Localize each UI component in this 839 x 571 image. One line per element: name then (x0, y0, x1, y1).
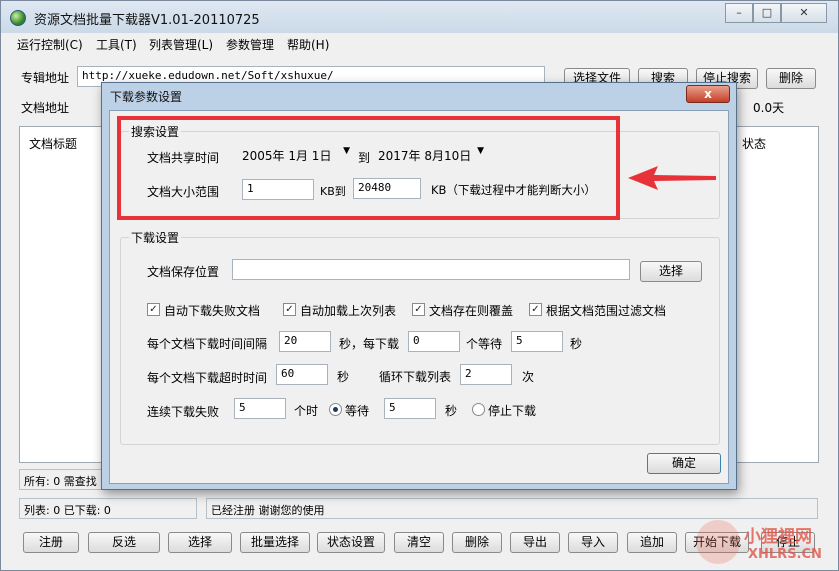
days-readout: 0.0天 (753, 101, 785, 115)
clear-button[interactable]: 清空 (394, 532, 444, 553)
wait-each-label: 个等待 (466, 337, 503, 351)
delete-list-button[interactable]: 删除 (452, 532, 502, 553)
menu-bar: 运行控制(C) 工具(T) 列表管理(L) 参数管理 帮助(H) (1, 33, 838, 55)
album-url-label: 专辑地址 (21, 71, 70, 85)
ok-button[interactable]: 确定 (647, 453, 721, 474)
per-count-input[interactable]: 0 (408, 331, 460, 352)
auto-download-failed-checkbox[interactable]: ✓ (147, 303, 160, 316)
column-header-title[interactable]: 文档标题 (29, 135, 77, 152)
interval-label: 每个文档下载时间间隔 (147, 337, 268, 351)
download-settings-title: 下载设置 (129, 229, 182, 246)
title-bar: 资源文档批量下载器V1.01-20110725 – □ ✕ (1, 1, 838, 33)
menu-run-control[interactable]: 运行控制(C) (17, 36, 83, 53)
save-location-input[interactable] (232, 259, 630, 280)
minimize-button[interactable]: – (725, 3, 753, 23)
select-button[interactable]: 选择 (168, 532, 232, 553)
timeout-input[interactable]: 60 (276, 364, 328, 385)
doc-url-label: 文档地址 (21, 101, 70, 115)
wait-seconds-input[interactable]: 5 (511, 331, 563, 352)
import-button[interactable]: 导入 (568, 532, 618, 553)
export-button[interactable]: 导出 (510, 532, 560, 553)
register-button[interactable]: 注册 (23, 532, 79, 553)
consecutive-fail-label: 连续下载失败 (147, 405, 220, 419)
sec-label: 秒 (570, 337, 583, 351)
status-registered: 已经注册 谢谢您的使用 (206, 498, 818, 519)
fail-count-input[interactable]: 5 (234, 398, 286, 419)
loop-count-input[interactable]: 2 (460, 364, 512, 385)
watermark-en: XHLRS.CN (748, 547, 822, 562)
choose-folder-button[interactable]: 选择 (640, 261, 702, 282)
batch-select-button[interactable]: 批量选择 (240, 532, 310, 553)
filter-by-range-label: 根据文档范围过滤文档 (546, 304, 667, 318)
column-header-status[interactable]: 状态 (742, 135, 766, 152)
close-button[interactable]: ✕ (781, 3, 827, 23)
menu-help[interactable]: 帮助(H) (287, 36, 329, 53)
auto-download-failed-label: 自动下载失败文档 (164, 304, 261, 318)
maximize-button[interactable]: □ (753, 3, 781, 23)
auto-load-list-label: 自动加载上次列表 (300, 304, 397, 318)
menu-tools[interactable]: 工具(T) (96, 36, 137, 53)
wait2-sec-label: 秒 (445, 404, 458, 418)
overwrite-existing-label: 文档存在则覆盖 (429, 304, 514, 318)
status-settings-button[interactable]: 状态设置 (317, 532, 385, 553)
append-button[interactable]: 追加 (627, 532, 677, 553)
interval-input[interactable]: 20 (279, 331, 331, 352)
wait2-input[interactable]: 5 (384, 398, 436, 419)
fail-unit-label: 个时 (294, 404, 319, 418)
wait-radio-label: 等待 (345, 404, 370, 418)
loop-list-label: 循环下载列表 (379, 370, 452, 384)
timeout-sec-label: 秒 (337, 370, 350, 384)
stop-download-label: 停止下载 (488, 404, 537, 418)
overwrite-existing-checkbox[interactable]: ✓ (412, 303, 425, 316)
annotation-arrow-icon (628, 166, 716, 190)
auto-load-list-checkbox[interactable]: ✓ (283, 303, 296, 316)
app-globe-icon (10, 10, 26, 26)
invert-select-button[interactable]: 反选 (88, 532, 160, 553)
menu-params[interactable]: 参数管理 (226, 36, 274, 53)
times-label: 次 (522, 370, 535, 384)
watermark-cn: 小狸裡网 (744, 527, 812, 547)
watermark-logo-icon (696, 520, 740, 564)
stop-download-radio[interactable] (472, 403, 485, 416)
save-location-label: 文档保存位置 (147, 265, 220, 279)
wait-radio[interactable] (329, 403, 342, 416)
filter-by-range-checkbox[interactable]: ✓ (529, 303, 542, 316)
delete-button[interactable]: 删除 (766, 68, 816, 89)
dialog-title: 下载参数设置 (110, 90, 183, 104)
timeout-label: 每个文档下载超时时间 (147, 371, 268, 385)
menu-list-manage[interactable]: 列表管理(L) (149, 36, 213, 53)
dialog-close-button[interactable]: x (686, 85, 730, 103)
window-title: 资源文档批量下载器V1.01-20110725 (34, 13, 260, 28)
highlight-box (117, 116, 620, 220)
status-list: 列表: 0 已下载: 0 (19, 498, 197, 519)
sec-per-label: 秒，每下载 (339, 337, 400, 351)
